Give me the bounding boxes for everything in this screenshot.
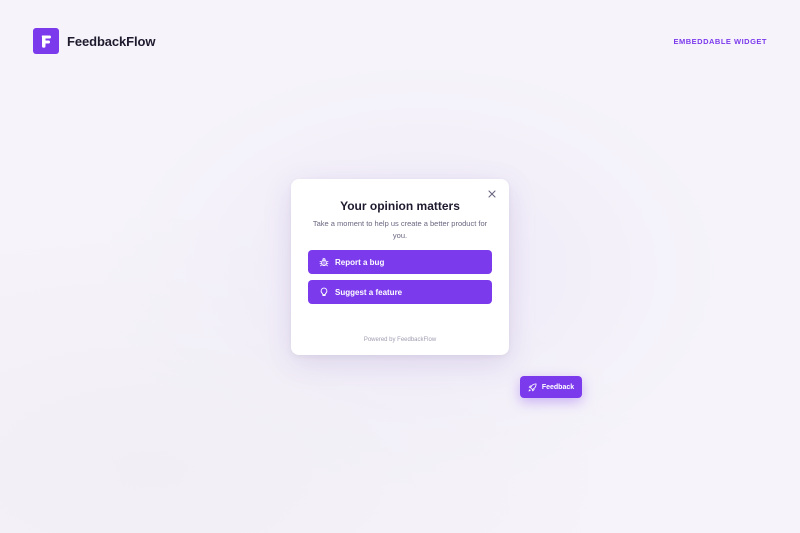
f-logo-icon: [33, 28, 59, 54]
lightbulb-icon: [319, 287, 329, 297]
feedback-launcher-button[interactable]: Feedback: [520, 376, 582, 398]
rocket-icon: [528, 382, 537, 391]
page-header: FeedbackFlow EMBEDDABLE WIDGET: [33, 28, 767, 54]
report-bug-label: Report a bug: [335, 257, 385, 267]
brand-name: FeedbackFlow: [67, 33, 156, 49]
tagline: EMBEDDABLE WIDGET: [673, 36, 767, 46]
feedback-modal: Your opinion matters Take a moment to he…: [291, 179, 509, 355]
suggest-feature-label: Suggest a feature: [335, 287, 403, 297]
bug-icon: [319, 257, 329, 267]
report-bug-button[interactable]: Report a bug: [308, 250, 492, 274]
feedback-launcher-label: Feedback: [541, 383, 575, 391]
modal-title: Your opinion matters: [340, 199, 460, 213]
powered-by: Powered by FeedbackFlow: [363, 337, 437, 343]
modal-subtitle: Take a moment to help us create a better…: [312, 219, 488, 240]
close-icon: [488, 190, 496, 198]
suggest-feature-button[interactable]: Suggest a feature: [308, 280, 492, 304]
brand[interactable]: FeedbackFlow: [33, 28, 155, 54]
